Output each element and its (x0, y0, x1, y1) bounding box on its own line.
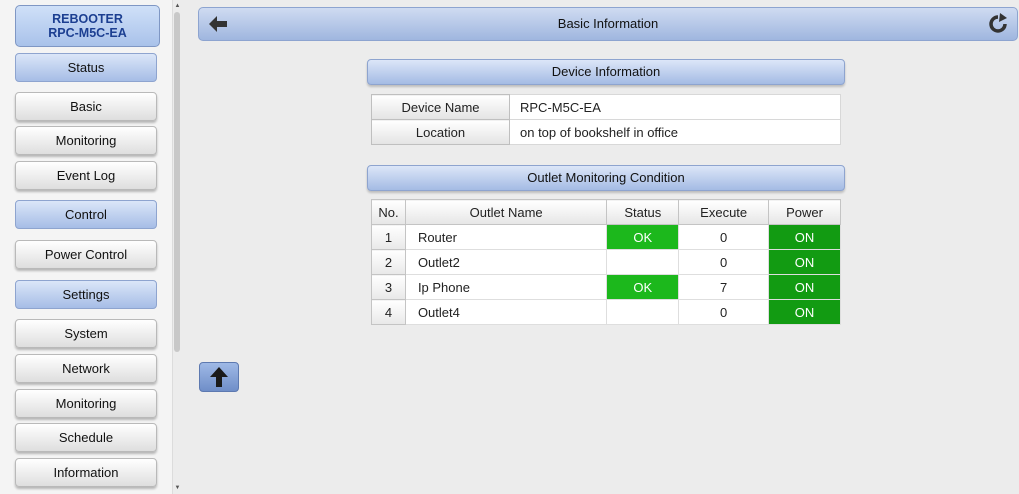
column-header-outlet-name: Outlet Name (404, 199, 608, 225)
back-button[interactable] (205, 12, 231, 36)
outlet-power-on-button[interactable]: ON (768, 224, 841, 250)
table-header-row: No. Outlet Name Status Execute Power (371, 199, 841, 225)
scroll-up-arrow-icon[interactable]: ▲ (173, 1, 182, 11)
outlet-monitoring-heading: Outlet Monitoring Condition (367, 165, 845, 191)
scroll-to-top-button[interactable] (199, 362, 239, 392)
brand-logo[interactable]: REBOOTER RPC-M5C-EA (15, 5, 160, 47)
page-title: Basic Information (557, 16, 659, 31)
device-info-table: Device Name RPC-M5C-EA Location on top o… (371, 94, 841, 145)
sidebar-item-schedule[interactable]: Schedule (15, 423, 157, 452)
table-row: Device Name RPC-M5C-EA (371, 94, 841, 120)
sidebar-item-system[interactable]: System (15, 319, 157, 348)
scroll-down-arrow-icon[interactable]: ▼ (173, 483, 182, 493)
sidebar-item-network[interactable]: Network (15, 354, 157, 383)
brand-line-2: RPC-M5C-EA (48, 26, 127, 40)
brand-line-1: REBOOTER (52, 12, 123, 26)
sidebar-item-settings-monitoring[interactable]: Monitoring (15, 389, 157, 418)
outlet-status (606, 299, 680, 325)
outlet-status (606, 249, 680, 275)
outlet-power-on-button[interactable]: ON (768, 299, 841, 325)
outlet-status-ok: OK (606, 274, 680, 300)
outlet-execute-count: 0 (678, 224, 770, 250)
column-header-no: No. (371, 199, 406, 225)
column-header-execute: Execute (678, 199, 770, 225)
arrow-left-icon (209, 16, 227, 32)
location-value: on top of bookshelf in office (509, 119, 841, 145)
sidebar-item-information[interactable]: Information (15, 458, 157, 487)
outlet-power-on-button[interactable]: ON (768, 249, 841, 275)
sidebar-item-monitoring[interactable]: Monitoring (15, 126, 157, 155)
sidebar-item-settings[interactable]: Settings (15, 280, 157, 309)
header-bar: Basic Information (198, 7, 1018, 41)
outlet-no: 3 (371, 274, 406, 300)
arrow-up-icon (210, 367, 228, 387)
outlet-execute-count: 0 (678, 299, 770, 325)
table-row: 1 Router OK 0 ON (371, 224, 841, 250)
refresh-button[interactable] (985, 12, 1011, 36)
refresh-icon (989, 13, 1007, 33)
sidebar-item-status[interactable]: Status (15, 53, 157, 82)
device-info-heading: Device Information (367, 59, 845, 85)
table-row: 4 Outlet4 0 ON (371, 299, 841, 325)
sidebar-item-control[interactable]: Control (15, 200, 157, 229)
sidebar-nav: REBOOTER RPC-M5C-EA Status Basic Monitor… (0, 0, 172, 494)
sidebar-scroll-thumb[interactable] (174, 12, 180, 352)
outlet-execute-count: 7 (678, 274, 770, 300)
column-header-power: Power (768, 199, 841, 225)
sidebar-item-power-control[interactable]: Power Control (15, 240, 157, 269)
sidebar-item-basic[interactable]: Basic (15, 92, 157, 121)
table-row: 3 Ip Phone OK 7 ON (371, 274, 841, 300)
device-name-label: Device Name (371, 94, 510, 120)
outlet-name: Ip Phone (404, 274, 608, 300)
outlet-name: Router (404, 224, 608, 250)
device-name-value: RPC-M5C-EA (509, 94, 841, 120)
table-row: 2 Outlet2 0 ON (371, 249, 841, 275)
outlet-execute-count: 0 (678, 249, 770, 275)
outlet-status-ok: OK (606, 224, 680, 250)
outlet-no: 2 (371, 249, 406, 275)
outlet-name: Outlet2 (404, 249, 608, 275)
outlet-power-on-button[interactable]: ON (768, 274, 841, 300)
outlet-no: 1 (371, 224, 406, 250)
sidebar-item-event-log[interactable]: Event Log (15, 161, 157, 190)
location-label: Location (371, 119, 510, 145)
column-header-status: Status (606, 199, 680, 225)
table-row: Location on top of bookshelf in office (371, 119, 841, 145)
outlet-no: 4 (371, 299, 406, 325)
outlet-name: Outlet4 (404, 299, 608, 325)
outlet-table: No. Outlet Name Status Execute Power 1 R… (371, 199, 841, 325)
